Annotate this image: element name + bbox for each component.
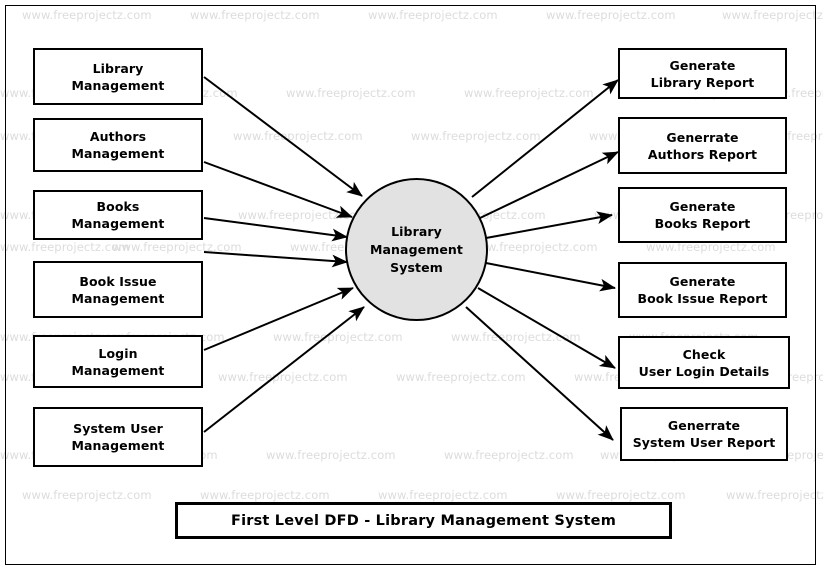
entity-generate-book-issue-report[interactable]: Generate Book Issue Report — [618, 262, 787, 318]
entity-generate-book-issue-report-label: Generate Book Issue Report — [637, 274, 768, 306]
process-library-management-system[interactable]: Library Management System — [345, 178, 488, 321]
entity-generate-system-user-report-label: Generrate System User Report — [632, 418, 776, 450]
diagram-caption: First Level DFD - Library Management Sys… — [175, 502, 672, 539]
entity-system-user-management-label: System User Management — [71, 421, 165, 453]
entity-library-management[interactable]: Library Management — [33, 48, 203, 105]
entity-book-issue-management-label: Book Issue Management — [71, 273, 165, 306]
entity-generate-system-user-report[interactable]: Generrate System User Report — [620, 407, 788, 461]
entity-authors-management[interactable]: Authors Management — [33, 118, 203, 172]
entity-check-user-login-details[interactable]: Check User Login Details — [618, 336, 790, 389]
entity-generate-library-report[interactable]: Generate Library Report — [618, 48, 787, 99]
entity-books-management[interactable]: Books Management — [33, 190, 203, 240]
dfd-canvas: www.freeprojectz.com www.freeprojectz.com… — [0, 0, 823, 571]
entity-books-management-label: Books Management — [71, 199, 165, 231]
entity-generate-books-report-label: Generate Books Report — [654, 199, 751, 231]
entity-system-user-management[interactable]: System User Management — [33, 407, 203, 467]
entity-login-management[interactable]: Login Management — [33, 335, 203, 388]
entity-login-management-label: Login Management — [71, 345, 165, 378]
entity-generate-authors-report[interactable]: Generrate Authors Report — [618, 117, 787, 174]
entity-library-management-label: Library Management — [71, 60, 165, 93]
entity-book-issue-management[interactable]: Book Issue Management — [33, 261, 203, 318]
entity-check-user-login-details-label: Check User Login Details — [638, 346, 770, 379]
entity-generate-authors-report-label: Generrate Authors Report — [647, 129, 758, 162]
entity-authors-management-label: Authors Management — [71, 129, 165, 161]
entity-generate-books-report[interactable]: Generate Books Report — [618, 187, 787, 243]
entity-generate-library-report-label: Generate Library Report — [650, 57, 755, 90]
process-label: Library Management System — [369, 223, 463, 275]
diagram-caption-text: First Level DFD - Library Management Sys… — [230, 512, 617, 529]
